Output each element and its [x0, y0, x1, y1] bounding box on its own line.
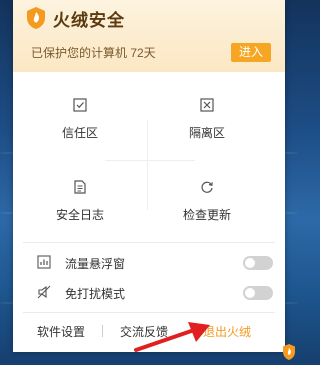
quarantine-icon: [200, 98, 214, 112]
red-arrow-annotation: [134, 322, 210, 352]
mute-icon: [37, 285, 51, 299]
no-disturb-row: 免打扰模式: [37, 282, 273, 304]
quarantine-label: 隔离区: [188, 126, 225, 140]
protection-status: 已保护您的计算机 72天: [31, 46, 156, 60]
brand-title: 火绒安全: [53, 11, 125, 30]
float-window-toggle[interactable]: [243, 256, 273, 270]
toggle-knob: [245, 258, 255, 268]
float-window-row: 流量悬浮窗: [37, 252, 273, 274]
security-log-button[interactable]: 安全日志: [20, 180, 140, 240]
grid-divider-horizontal: [105, 160, 195, 161]
section-divider: [23, 242, 275, 243]
security-log-icon: [74, 180, 86, 194]
chart-icon: [37, 255, 51, 269]
check-update-label: 检查更新: [182, 208, 231, 222]
huorong-tray-icon[interactable]: [282, 343, 296, 361]
quarantine-button[interactable]: 隔离区: [147, 98, 267, 158]
no-disturb-toggle[interactable]: [243, 286, 273, 300]
refresh-icon: [201, 181, 213, 193]
footer-divider: [23, 312, 275, 313]
tray-menu-panel: 火绒安全 已保护您的计算机 72天 进入 信任区 隔离区 安全日志 检查更新 流…: [13, 0, 285, 352]
software-settings-link[interactable]: 软件设置: [37, 323, 85, 340]
enter-button[interactable]: 进入: [231, 43, 271, 62]
toggle-knob: [245, 288, 255, 298]
menu-header: 火绒安全 已保护您的计算机 72天 进入: [13, 0, 285, 72]
trust-zone-label: 信任区: [61, 126, 98, 140]
trust-zone-button[interactable]: 信任区: [20, 98, 140, 158]
security-log-label: 安全日志: [55, 208, 104, 222]
check-update-button[interactable]: 检查更新: [147, 180, 267, 240]
trust-zone-icon: [73, 98, 87, 112]
huorong-logo-icon: [27, 7, 45, 29]
float-window-label: 流量悬浮窗: [65, 257, 126, 271]
no-disturb-label: 免打扰模式: [65, 287, 126, 301]
footer-separator: [102, 325, 103, 337]
